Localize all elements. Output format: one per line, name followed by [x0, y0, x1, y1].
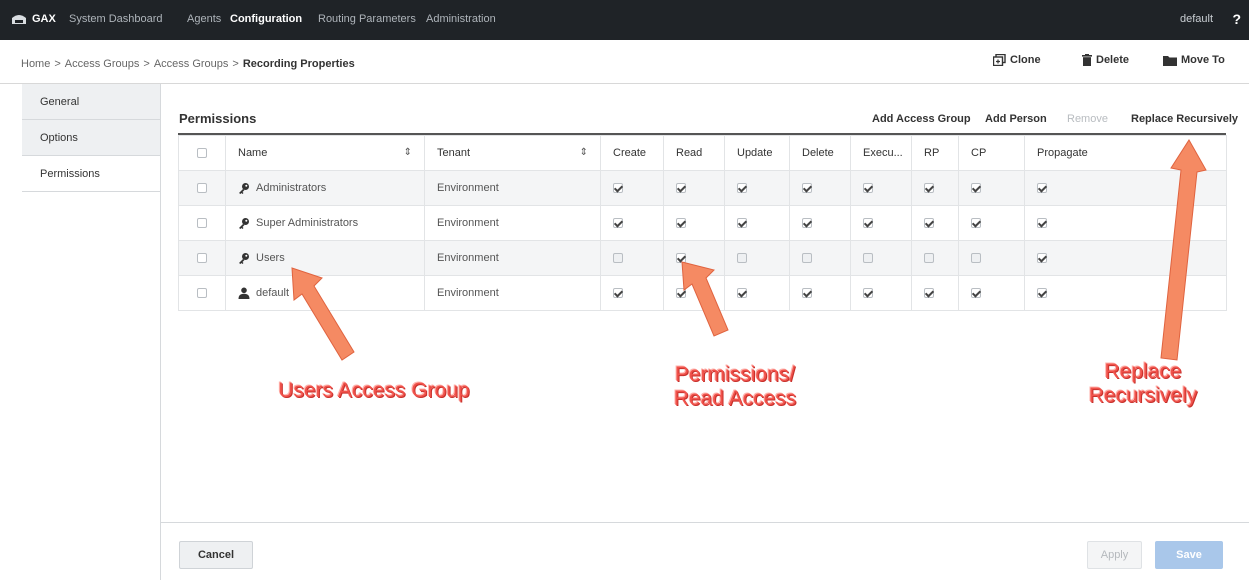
annotation-replace-line2: Recursively [1088, 384, 1198, 407]
annotation-read-line2: Read Access [673, 387, 797, 410]
annotation-replace-line1: Replace [1104, 360, 1182, 383]
annotation-arrows [291, 139, 1207, 361]
arrow-read-icon [681, 261, 729, 337]
arrow-users-icon [291, 267, 355, 361]
annotation-read-line1: Permissions/ [674, 363, 796, 386]
annotation-read-access: Permissions/ Read Access [640, 363, 830, 411]
annotation-users-access-group: Users Access Group [278, 379, 470, 402]
annotation-replace-recursively: Replace Recursively [1068, 360, 1218, 408]
arrow-replace-icon [1160, 139, 1207, 361]
